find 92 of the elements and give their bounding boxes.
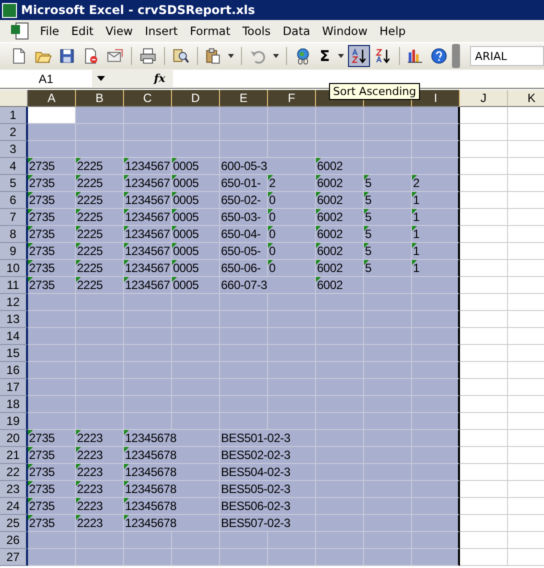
table-cell: 1 [412, 260, 460, 277]
table-cell: 2225 [76, 277, 124, 294]
table-cell: 2225 [76, 260, 124, 277]
table-cell: 6002 [316, 226, 364, 243]
table-cell: 1234567 [124, 158, 172, 175]
table-cell: 2735 [28, 430, 76, 447]
table-cell: 1234567 [124, 243, 172, 260]
table-cell: 1234567 [124, 209, 172, 226]
table-cell: 660-07-3 [220, 277, 316, 294]
table-cell: 6002 [316, 175, 364, 192]
table-cell: BES501-02-3 [220, 430, 316, 447]
table-cell: 1234567 [124, 260, 172, 277]
table-cell: 5 [364, 260, 412, 277]
table-cell: 2735 [28, 260, 76, 277]
table-cell: BES502-02-3 [220, 447, 316, 464]
table-cell: BES504-02-3 [220, 464, 316, 481]
table-cell: 0005 [172, 226, 220, 243]
table-cell: 2223 [76, 430, 124, 447]
table-cell: 0 [268, 260, 316, 277]
table-cell: 0005 [172, 175, 220, 192]
table-cell: 2735 [28, 481, 76, 498]
table-cell: 2735 [28, 464, 76, 481]
table-cell: 6002 [316, 209, 364, 226]
table-cell: 1 [412, 226, 460, 243]
table-cell: 2735 [28, 192, 76, 209]
table-cell: 2223 [76, 498, 124, 515]
table-cell: 1 [412, 192, 460, 209]
table-cell: 6002 [316, 243, 364, 260]
table-cell: 2225 [76, 243, 124, 260]
table-cell: 2735 [28, 158, 76, 175]
table-cell: 2225 [76, 158, 124, 175]
table-cell: 2225 [76, 226, 124, 243]
table-cell: 2223 [76, 447, 124, 464]
table-cell: 12345678 [124, 447, 220, 464]
table-cell: 5 [364, 209, 412, 226]
table-cell: 1234567 [124, 175, 172, 192]
table-cell: 2735 [28, 277, 76, 294]
table-cell: 2 [268, 175, 316, 192]
table-cell: 6002 [316, 260, 364, 277]
table-cell: 2 [412, 175, 460, 192]
table-cell: 1234567 [124, 192, 172, 209]
table-cell: 0005 [172, 243, 220, 260]
table-cell: 2225 [76, 209, 124, 226]
table-cell: 12345678 [124, 430, 220, 447]
table-cell: 650-03- [220, 209, 268, 226]
table-cell: 1 [412, 243, 460, 260]
table-cell: 2735 [28, 175, 76, 192]
table-cell: 5 [364, 226, 412, 243]
table-cell: 2223 [76, 515, 124, 532]
table-cell: 1234567 [124, 226, 172, 243]
window-title: Microsoft Excel - crvSDSReport.xls [21, 3, 256, 17]
table-cell: BES505-02-3 [220, 481, 316, 498]
table-cell: 2735 [28, 226, 76, 243]
table-cell: BES506-02-3 [220, 498, 316, 515]
table-cell: 12345678 [124, 464, 220, 481]
table-cell: 0005 [172, 209, 220, 226]
table-cell: 6002 [316, 192, 364, 209]
table-cell: 650-02- [220, 192, 268, 209]
table-cell: 12345678 [124, 515, 220, 532]
table-cell: 5 [364, 192, 412, 209]
table-cell: 0005 [172, 192, 220, 209]
table-cell: 0 [268, 192, 316, 209]
table-cell: 2735 [28, 243, 76, 260]
table-cell: 1234567 [124, 277, 172, 294]
table-cell: 0005 [172, 277, 220, 294]
table-cell: 1 [412, 209, 460, 226]
table-cell: 0 [268, 243, 316, 260]
table-cell: 12345678 [124, 481, 220, 498]
table-cell: 650-04- [220, 226, 268, 243]
table-cell: BES507-02-3 [220, 515, 316, 532]
table-cell: 2735 [28, 209, 76, 226]
table-cell: 0005 [172, 260, 220, 277]
table-cell: 6002 [316, 277, 364, 294]
tooltip: Sort Ascending [329, 83, 420, 100]
table-cell: 2223 [76, 464, 124, 481]
table-cell: 5 [364, 175, 412, 192]
table-cell: 650-01- [220, 175, 268, 192]
table-cell: 650-05- [220, 243, 268, 260]
table-cell: 5 [364, 243, 412, 260]
table-cell: 2735 [28, 515, 76, 532]
table-cell: 600-05-3 [220, 158, 316, 175]
table-cell: 0 [268, 226, 316, 243]
table-cell: 2735 [28, 447, 76, 464]
table-cell: 2735 [28, 498, 76, 515]
table-cell: 2225 [76, 175, 124, 192]
table-cell: 0 [268, 209, 316, 226]
table-cell: 650-06- [220, 260, 268, 277]
table-cell: 6002 [316, 158, 364, 175]
table-cell: 2223 [76, 481, 124, 498]
table-cell: 12345678 [124, 498, 220, 515]
table-cell: 2225 [76, 192, 124, 209]
table-cell: 0005 [172, 158, 220, 175]
